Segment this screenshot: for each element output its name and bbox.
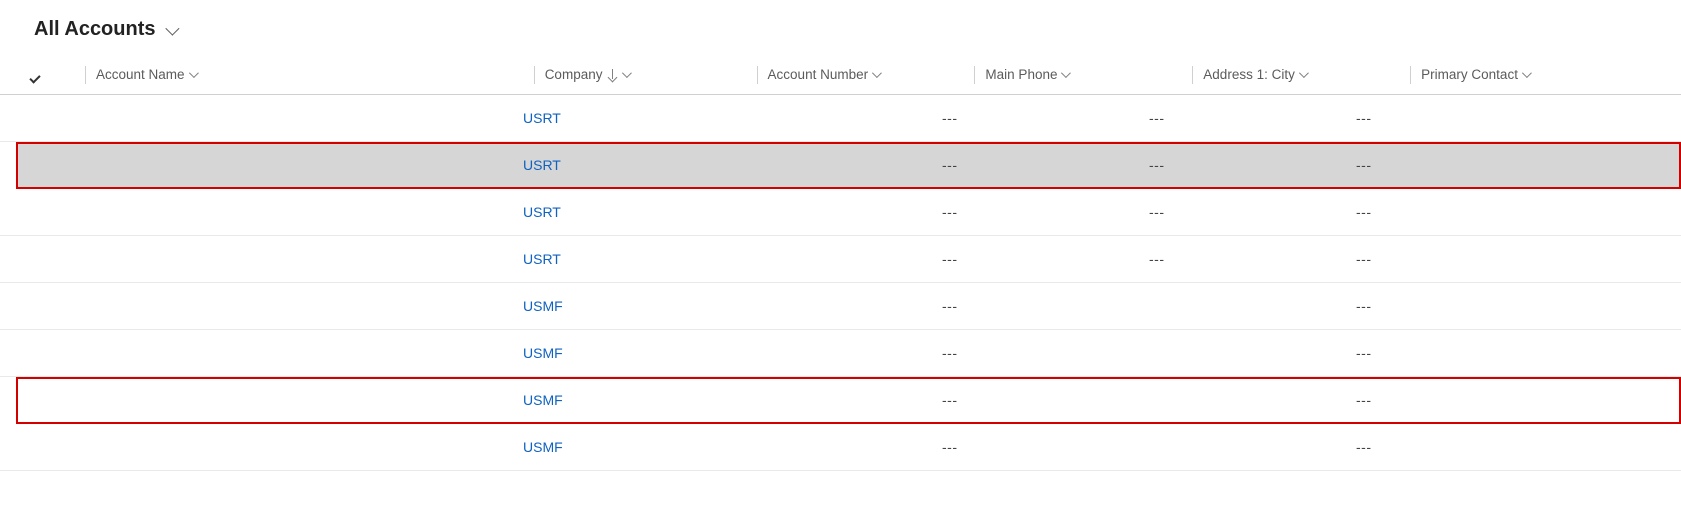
cell-text: ---	[1356, 345, 1372, 361]
cell-text: ---	[942, 204, 958, 220]
table-row[interactable]: USRT --- --- ---	[16, 142, 1681, 189]
company-link[interactable]: USRT	[523, 157, 561, 173]
cell-text: ---	[942, 439, 958, 455]
cell-company[interactable]: USMF	[523, 345, 735, 361]
column-header-row: Account Name Company Account Number Main…	[0, 55, 1681, 95]
grid-body: USRT---------USRT---------USRT---------U…	[0, 95, 1681, 471]
cell-main-phone: ---	[942, 204, 1149, 220]
column-label: Primary Contact	[1421, 67, 1518, 82]
chevron-down-icon	[1299, 68, 1309, 78]
cell-main-phone: ---	[942, 439, 1149, 455]
company-link[interactable]: USRT	[523, 251, 561, 267]
column-separator	[534, 66, 535, 84]
view-title-bar[interactable]: All Accounts	[0, 0, 1681, 55]
table-row[interactable]: USRT --- --- ---	[0, 95, 1681, 142]
cell-company[interactable]: USRT	[523, 204, 735, 220]
cell-primary-contact: ---	[1356, 439, 1616, 455]
cell-company[interactable]: USRT	[523, 251, 735, 267]
cell-address-city: ---	[1149, 110, 1356, 126]
table-row[interactable]: USMF --- ---	[0, 424, 1681, 471]
table-row[interactable]: USMF --- ---	[16, 377, 1681, 424]
column-header-account-name[interactable]: Account Name	[96, 67, 534, 82]
chevron-down-icon	[622, 68, 632, 78]
column-label: Company	[545, 67, 603, 82]
column-label: Address 1: City	[1203, 67, 1295, 82]
cell-primary-contact: ---	[1356, 298, 1616, 314]
cell-text: ---	[1356, 110, 1372, 126]
cell-address-city: ---	[1149, 251, 1356, 267]
column-header-main-phone[interactable]: Main Phone	[985, 67, 1192, 82]
company-link[interactable]: USMF	[523, 345, 563, 361]
cell-text: ---	[942, 298, 958, 314]
cell-primary-contact: ---	[1356, 392, 1616, 408]
cell-text: ---	[942, 157, 958, 173]
cell-company[interactable]: USRT	[523, 110, 735, 126]
cell-company[interactable]: USMF	[523, 392, 735, 408]
column-header-address-city[interactable]: Address 1: City	[1203, 67, 1410, 82]
cell-text: ---	[1356, 298, 1372, 314]
cell-text: ---	[1149, 110, 1165, 126]
cell-text: ---	[942, 251, 958, 267]
cell-text: ---	[1356, 392, 1372, 408]
column-separator	[1192, 66, 1193, 84]
cell-text: ---	[942, 345, 958, 361]
cell-text: ---	[942, 110, 958, 126]
view-title: All Accounts	[34, 18, 156, 41]
column-separator	[85, 66, 86, 84]
cell-text: ---	[1356, 204, 1372, 220]
cell-main-phone: ---	[942, 110, 1149, 126]
column-label: Account Number	[768, 67, 869, 82]
chevron-down-icon	[188, 68, 198, 78]
cell-text: ---	[1356, 439, 1372, 455]
cell-main-phone: ---	[942, 157, 1149, 173]
company-link[interactable]: USMF	[523, 392, 563, 408]
cell-text: ---	[942, 392, 958, 408]
cell-company[interactable]: USMF	[523, 298, 735, 314]
company-link[interactable]: USMF	[523, 439, 563, 455]
cell-main-phone: ---	[942, 251, 1149, 267]
cell-primary-contact: ---	[1356, 204, 1616, 220]
chevron-down-icon	[1522, 68, 1532, 78]
cell-address-city: ---	[1149, 204, 1356, 220]
cell-text: ---	[1149, 204, 1165, 220]
column-label: Account Name	[96, 67, 185, 82]
table-row[interactable]: USRT --- --- ---	[0, 189, 1681, 236]
column-header-account-number[interactable]: Account Number	[768, 67, 975, 82]
company-link[interactable]: USRT	[523, 204, 561, 220]
cell-company[interactable]: USMF	[523, 439, 735, 455]
cell-primary-contact: ---	[1356, 157, 1616, 173]
company-link[interactable]: USMF	[523, 298, 563, 314]
check-icon	[30, 68, 44, 82]
cell-text: ---	[1356, 157, 1372, 173]
chevron-down-icon	[872, 68, 882, 78]
cell-main-phone: ---	[942, 298, 1149, 314]
cell-text: ---	[1149, 251, 1165, 267]
column-label: Main Phone	[985, 67, 1057, 82]
cell-text: ---	[1356, 251, 1372, 267]
cell-primary-contact: ---	[1356, 251, 1616, 267]
cell-main-phone: ---	[942, 345, 1149, 361]
column-separator	[1410, 66, 1411, 84]
table-row[interactable]: USRT --- --- ---	[0, 236, 1681, 283]
select-all-cell[interactable]	[30, 68, 85, 82]
table-row[interactable]: USMF --- ---	[0, 283, 1681, 330]
column-separator	[974, 66, 975, 84]
cell-primary-contact: ---	[1356, 345, 1616, 361]
cell-company[interactable]: USRT	[523, 157, 735, 173]
cell-text: ---	[1149, 157, 1165, 173]
cell-main-phone: ---	[942, 392, 1149, 408]
column-header-company[interactable]: Company	[545, 67, 757, 82]
cell-address-city: ---	[1149, 157, 1356, 173]
column-header-primary-contact[interactable]: Primary Contact	[1421, 67, 1681, 82]
table-row[interactable]: USMF --- ---	[0, 330, 1681, 377]
chevron-down-icon	[1061, 68, 1071, 78]
column-separator	[757, 66, 758, 84]
sort-desc-icon	[608, 68, 618, 82]
company-link[interactable]: USRT	[523, 110, 561, 126]
cell-primary-contact: ---	[1356, 110, 1616, 126]
chevron-down-icon	[165, 21, 179, 35]
